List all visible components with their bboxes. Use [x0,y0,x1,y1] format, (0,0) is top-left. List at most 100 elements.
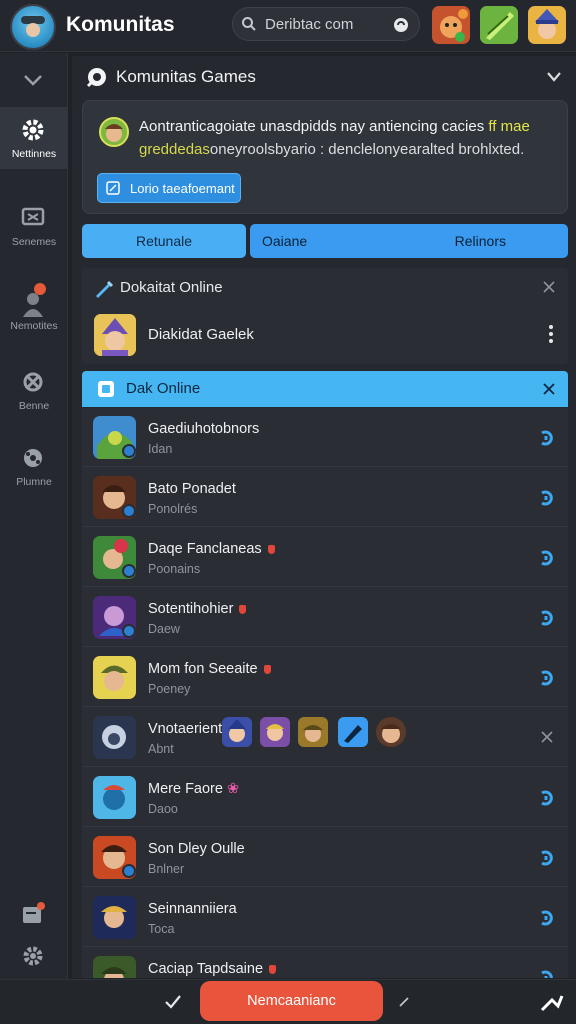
row-title: Daqe Fanclaneas [148,541,275,557]
notice-text-line1: Aontranticagoiate unasdpidds nay antienc… [139,118,530,135]
refresh-icon[interactable] [538,908,554,928]
row-title: Gaediuhotobnors [148,421,260,437]
friend-mini-avatar[interactable] [338,717,368,747]
friend-mini-avatar[interactable] [222,717,252,747]
close-icon[interactable] [540,730,554,744]
row-title: Bato Ponadet [148,481,236,497]
row-subtitle: Poeney [148,682,191,696]
friend-mini-avatar[interactable] [376,717,406,747]
avatar [93,776,136,819]
list-item[interactable]: Seinnanniiera Toca [82,888,568,947]
flag-icon [239,604,247,614]
refresh-icon[interactable] [538,788,554,808]
friend-mini-avatar[interactable] [298,717,328,747]
dak-online-header[interactable]: Dak Online [82,371,568,407]
flag-icon [267,544,275,554]
top-bar: Komunitas [0,0,576,52]
tab-relinors[interactable]: Relinors [455,233,506,249]
notice-card: Aontranticagoiate unasdpidds nay antienc… [82,100,568,214]
row-title: Caciap Tapdsaine [148,961,277,977]
puzzle-icon [23,372,43,392]
left-rail: Nettinnes Senemes Nemotites Benne Plumne [0,53,68,979]
avatar [93,716,136,759]
row-subtitle: Toca [148,922,175,936]
fox-character-avatar[interactable] [432,6,470,44]
list-item[interactable]: Caciap Tapdsaine [82,948,568,978]
rail-item-label: Nettinnes [11,148,57,160]
list-item[interactable]: Diakidat Gaelek [82,310,568,362]
close-icon[interactable] [542,280,556,294]
rail-item-senemes[interactable]: Senemes [0,195,68,257]
gear-icon [22,119,44,141]
list-item[interactable]: Gaediuhotobnors Idan [82,408,568,467]
more-options-icon[interactable] [548,324,554,344]
notification-icon[interactable] [20,901,46,927]
refresh-icon[interactable] [538,968,554,978]
rail-item-nettinnes[interactable]: Nettinnes [0,107,68,169]
row-subtitle: Ponolrés [148,502,198,516]
chevron-down-icon[interactable] [546,70,562,84]
chat-icon [21,207,45,226]
panel-header[interactable]: Komunitas Games [72,56,576,98]
rail-item-benne[interactable]: Benne [0,359,68,421]
online-list: Gaediuhotobnors Idan Bato Ponadet Ponolr… [82,408,568,978]
arrow-icon[interactable] [398,996,410,1008]
rail-item-nemotites[interactable]: Nemotites [0,279,68,341]
rail-item-plumne[interactable]: Plumne [0,435,68,497]
refresh-icon[interactable] [538,488,554,508]
flag-icon [263,664,271,674]
status-badge [122,864,136,878]
avatar [93,656,136,699]
tab-bar: Retunale Oaiane Relinors [82,224,568,258]
row-title: Mom fon Seeaite [148,661,271,677]
window-icon [98,381,114,397]
chevron-down-icon [24,75,42,86]
row-title: Mere Faore ❀ [148,781,240,797]
check-icon[interactable] [164,994,182,1010]
notice-avatar [99,117,129,147]
refresh-icon[interactable] [538,548,554,568]
list-item[interactable]: Mom fon Seeaite Poeney [82,648,568,707]
status-badge [122,504,136,518]
bottom-bar: Nemcaanianc [0,979,576,1024]
search-box[interactable] [232,7,420,41]
row-subtitle: Bnlner [148,862,185,876]
rail-item-label: Benne [18,400,50,412]
refresh-icon[interactable] [538,608,554,628]
search-input[interactable] [265,16,385,33]
list-item[interactable]: Daqe Fanclaneas Poonains [82,528,568,587]
row-title: Vnotaerient [148,721,223,737]
friend-mini-avatar[interactable] [260,717,290,747]
avatar [94,314,136,356]
clear-search-icon[interactable] [393,17,409,33]
list-item[interactable]: Sotentihohier Daew [82,588,568,647]
app-logo-icon[interactable] [10,4,56,50]
rail-collapse-button[interactable] [0,53,68,105]
section-title: Dokaitat Online [120,279,223,296]
status-badge [122,564,136,578]
list-item[interactable]: Mere Faore ❀ Daoo [82,768,568,827]
gamepad-icon [24,449,42,467]
close-icon[interactable] [542,382,556,396]
list-item[interactable]: Son Dley Oulle Bnlner [82,828,568,887]
wizard-character-avatar[interactable] [528,6,566,44]
tab-oaiane[interactable]: Oaiane [262,233,307,249]
primary-action-button[interactable]: Nemcaanianc [200,981,383,1021]
refresh-icon[interactable] [538,668,554,688]
list-item[interactable]: Vnotaerient Abnt [82,708,568,767]
green-leaf-avatar[interactable] [480,6,518,44]
refresh-icon[interactable] [538,848,554,868]
settings-icon[interactable] [20,943,46,969]
panel-title: Komunitas Games [116,67,256,86]
tab-group: Oaiane Relinors [250,224,568,258]
edit-icon [106,181,120,195]
rail-item-label: Plumne [16,476,52,488]
app-title: Komunitas [66,13,175,36]
refresh-icon[interactable] [538,428,554,448]
send-icon[interactable] [540,992,564,1012]
pen-icon [96,280,114,298]
list-item[interactable]: Bato Ponadet Ponolrés [82,468,568,527]
tab-retunale[interactable]: Retunale [82,224,246,258]
notice-action-button[interactable]: Lorio taeafoemant [97,173,241,203]
community-panel: Komunitas Games Aontranticagoiate unasdp… [72,56,576,978]
